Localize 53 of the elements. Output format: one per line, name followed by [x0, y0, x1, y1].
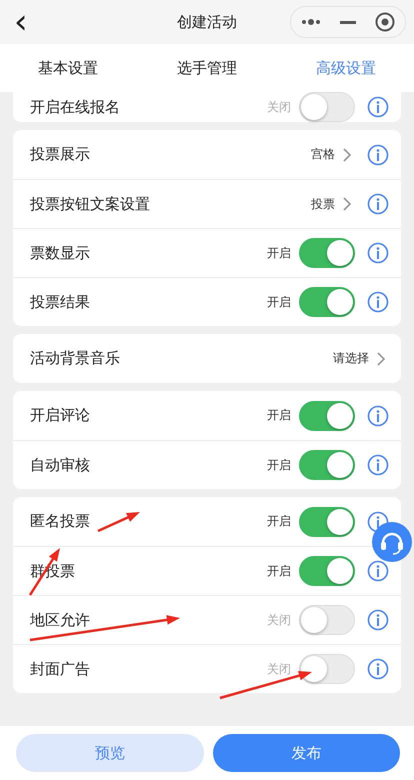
page-title: 创建活动 [177, 12, 237, 32]
toggle-status: 开启 [267, 294, 291, 310]
toggle-status: 开启 [267, 456, 291, 474]
close-icon[interactable] [375, 12, 396, 32]
info-icon[interactable] [367, 291, 389, 313]
info-icon[interactable] [367, 658, 389, 680]
info-icon[interactable] [367, 454, 389, 476]
select-value: 投票 [311, 196, 335, 212]
toggle-status: 开启 [267, 513, 291, 530]
toggle-switch[interactable] [299, 556, 355, 586]
chevron-right-icon [377, 352, 385, 366]
setting-label: 自动审核 [30, 456, 90, 474]
select-value: 宫格 [311, 146, 335, 163]
toggle-switch[interactable] [299, 450, 355, 480]
chevron-right-icon [343, 197, 351, 211]
info-icon[interactable] [367, 144, 389, 166]
setting-label: 投票按钮文案设置 [30, 194, 150, 214]
tab[interactable]: 选手管理 [177, 58, 237, 78]
toggle-status: 关闭 [267, 98, 291, 116]
back-button[interactable]: ‹ [14, 7, 34, 37]
capsule-menu[interactable] [290, 6, 406, 38]
more-icon[interactable] [300, 19, 321, 25]
info-icon[interactable] [367, 193, 389, 215]
setting-label: 开启评论 [30, 406, 90, 425]
toggle-status: 开启 [267, 562, 291, 580]
setting-label: 投票结果 [30, 292, 90, 312]
minimize-icon[interactable] [340, 20, 356, 24]
setting-label: 匿名投票 [30, 512, 90, 531]
toggle-switch[interactable] [299, 506, 355, 536]
toggle-switch[interactable] [299, 238, 355, 268]
setting-label: 地区允许 [30, 610, 90, 630]
toggle-status: 关闭 [267, 612, 291, 628]
annotation-arrow [97, 512, 140, 532]
setting-label: 封面广告 [30, 660, 90, 678]
info-icon[interactable] [367, 404, 389, 426]
toggle-status: 开启 [267, 244, 291, 262]
info-icon[interactable] [367, 560, 389, 582]
annotation-arrow [28, 548, 60, 596]
info-icon[interactable] [367, 242, 389, 264]
select-value: 请选择 [333, 350, 369, 367]
setting-label: 开启在线报名 [30, 98, 120, 116]
setting-label: 活动背景音乐 [30, 349, 120, 368]
toggle-status: 关闭 [267, 660, 291, 678]
toggle-switch[interactable] [299, 287, 355, 317]
setting-label: 票数显示 [30, 244, 90, 262]
info-icon[interactable] [367, 609, 389, 631]
setting-label: 投票展示 [30, 145, 90, 164]
toggle-switch[interactable] [299, 400, 355, 430]
tab[interactable]: 基本设置 [38, 58, 98, 78]
publish-button[interactable]: 发布 [212, 734, 400, 772]
chevron-right-icon [343, 148, 351, 162]
info-icon[interactable] [367, 96, 389, 118]
toggle-status: 开启 [267, 407, 291, 424]
